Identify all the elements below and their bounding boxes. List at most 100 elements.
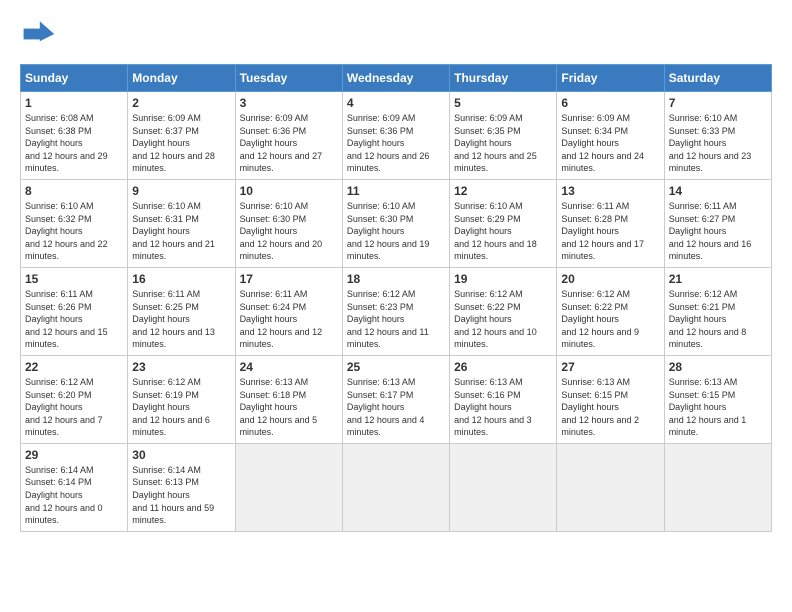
day-number: 22 bbox=[25, 360, 123, 374]
weekday-header-sunday: Sunday bbox=[21, 65, 128, 92]
week-row-2: 8 Sunrise: 6:10 AMSunset: 6:32 PMDaylight… bbox=[21, 179, 772, 267]
day-cell: 2 Sunrise: 6:09 AMSunset: 6:37 PMDaylight… bbox=[128, 92, 235, 180]
weekday-header-tuesday: Tuesday bbox=[235, 65, 342, 92]
day-number: 30 bbox=[132, 448, 230, 462]
week-row-3: 15 Sunrise: 6:11 AMSunset: 6:26 PMDayligh… bbox=[21, 267, 772, 355]
weekday-header-monday: Monday bbox=[128, 65, 235, 92]
day-info: Sunrise: 6:14 AMSunset: 6:14 PMDaylight … bbox=[25, 464, 123, 527]
day-cell: 22 Sunrise: 6:12 AMSunset: 6:20 PMDayligh… bbox=[21, 355, 128, 443]
day-info: Sunrise: 6:10 AMSunset: 6:29 PMDaylight … bbox=[454, 200, 552, 263]
week-row-5: 29 Sunrise: 6:14 AMSunset: 6:14 PMDayligh… bbox=[21, 443, 772, 531]
day-cell: 15 Sunrise: 6:11 AMSunset: 6:26 PMDayligh… bbox=[21, 267, 128, 355]
day-cell bbox=[235, 443, 342, 531]
day-number: 26 bbox=[454, 360, 552, 374]
day-info: Sunrise: 6:12 AMSunset: 6:22 PMDaylight … bbox=[454, 288, 552, 351]
weekday-header-wednesday: Wednesday bbox=[342, 65, 449, 92]
day-cell bbox=[450, 443, 557, 531]
day-cell: 19Sunrise: 6:12 AMSunset: 6:22 PMDayligh… bbox=[450, 267, 557, 355]
day-cell: 29 Sunrise: 6:14 AMSunset: 6:14 PMDayligh… bbox=[21, 443, 128, 531]
day-info: Sunrise: 6:12 AMSunset: 6:23 PMDaylight … bbox=[347, 288, 445, 351]
day-info: Sunrise: 6:11 AMSunset: 6:26 PMDaylight … bbox=[25, 288, 123, 351]
day-info: Sunrise: 6:13 AMSunset: 6:17 PMDaylight … bbox=[347, 376, 445, 439]
day-cell: 16 Sunrise: 6:11 AMSunset: 6:25 PMDayligh… bbox=[128, 267, 235, 355]
day-info: Sunrise: 6:09 AMSunset: 6:37 PMDaylight … bbox=[132, 112, 230, 175]
day-cell: 26 Sunrise: 6:13 AMSunset: 6:16 PMDayligh… bbox=[450, 355, 557, 443]
day-cell: 25 Sunrise: 6:13 AMSunset: 6:17 PMDayligh… bbox=[342, 355, 449, 443]
day-number: 2 bbox=[132, 96, 230, 110]
day-info: Sunrise: 6:12 AMSunset: 6:19 PMDaylight … bbox=[132, 376, 230, 439]
day-number: 14 bbox=[669, 184, 767, 198]
day-cell: 12 Sunrise: 6:10 AMSunset: 6:29 PMDayligh… bbox=[450, 179, 557, 267]
weekday-header-friday: Friday bbox=[557, 65, 664, 92]
day-info: Sunrise: 6:14 AMSunset: 6:13 PMDaylight … bbox=[132, 464, 230, 527]
day-cell: 10 Sunrise: 6:10 AMSunset: 6:30 PMDayligh… bbox=[235, 179, 342, 267]
week-row-1: 1 Sunrise: 6:08 AMSunset: 6:38 PMDaylight… bbox=[21, 92, 772, 180]
day-cell: 17 Sunrise: 6:11 AMSunset: 6:24 PMDayligh… bbox=[235, 267, 342, 355]
day-cell: 7 Sunrise: 6:10 AMSunset: 6:33 PMDaylight… bbox=[664, 92, 771, 180]
day-cell: 23 Sunrise: 6:12 AMSunset: 6:19 PMDayligh… bbox=[128, 355, 235, 443]
day-cell: 18 Sunrise: 6:12 AMSunset: 6:23 PMDayligh… bbox=[342, 267, 449, 355]
day-info: Sunrise: 6:11 AMSunset: 6:25 PMDaylight … bbox=[132, 288, 230, 351]
day-number: 4 bbox=[347, 96, 445, 110]
page-container: SundayMondayTuesdayWednesdayThursdayFrid… bbox=[0, 0, 792, 542]
day-number: 24 bbox=[240, 360, 338, 374]
day-number: 1 bbox=[25, 96, 123, 110]
day-cell: 11Sunrise: 6:10 AMSunset: 6:30 PMDayligh… bbox=[342, 179, 449, 267]
day-number: 29 bbox=[25, 448, 123, 462]
day-cell: 1 Sunrise: 6:08 AMSunset: 6:38 PMDaylight… bbox=[21, 92, 128, 180]
day-number: 11 bbox=[347, 184, 445, 198]
day-info: Sunrise: 6:12 AMSunset: 6:22 PMDaylight … bbox=[561, 288, 659, 351]
day-info: Sunrise: 6:13 AMSunset: 6:18 PMDaylight … bbox=[240, 376, 338, 439]
day-number: 13 bbox=[561, 184, 659, 198]
day-cell: 28Sunrise: 6:13 AMSunset: 6:15 PMDayligh… bbox=[664, 355, 771, 443]
day-cell: 21 Sunrise: 6:12 AMSunset: 6:21 PMDayligh… bbox=[664, 267, 771, 355]
day-info: Sunrise: 6:08 AMSunset: 6:38 PMDaylight … bbox=[25, 112, 123, 175]
day-number: 17 bbox=[240, 272, 338, 286]
day-info: Sunrise: 6:10 AMSunset: 6:30 PMDaylight … bbox=[240, 200, 338, 263]
day-number: 20 bbox=[561, 272, 659, 286]
day-number: 25 bbox=[347, 360, 445, 374]
day-cell bbox=[664, 443, 771, 531]
day-info: Sunrise: 6:11 AMSunset: 6:27 PMDaylight … bbox=[669, 200, 767, 263]
week-row-4: 22 Sunrise: 6:12 AMSunset: 6:20 PMDayligh… bbox=[21, 355, 772, 443]
logo bbox=[20, 16, 60, 52]
day-number: 15 bbox=[25, 272, 123, 286]
day-info: Sunrise: 6:12 AMSunset: 6:20 PMDaylight … bbox=[25, 376, 123, 439]
day-cell: 14 Sunrise: 6:11 AMSunset: 6:27 PMDayligh… bbox=[664, 179, 771, 267]
weekday-header-row: SundayMondayTuesdayWednesdayThursdayFrid… bbox=[21, 65, 772, 92]
day-cell: 30 Sunrise: 6:14 AMSunset: 6:13 PMDayligh… bbox=[128, 443, 235, 531]
day-cell: 24 Sunrise: 6:13 AMSunset: 6:18 PMDayligh… bbox=[235, 355, 342, 443]
day-number: 5 bbox=[454, 96, 552, 110]
day-number: 7 bbox=[669, 96, 767, 110]
day-info: Sunrise: 6:09 AMSunset: 6:35 PMDaylight … bbox=[454, 112, 552, 175]
day-info: Sunrise: 6:09 AMSunset: 6:36 PMDaylight … bbox=[240, 112, 338, 175]
day-number: 10 bbox=[240, 184, 338, 198]
day-info: Sunrise: 6:09 AMSunset: 6:36 PMDaylight … bbox=[347, 112, 445, 175]
day-cell bbox=[342, 443, 449, 531]
day-info: Sunrise: 6:10 AMSunset: 6:33 PMDaylight … bbox=[669, 112, 767, 175]
day-number: 12 bbox=[454, 184, 552, 198]
day-info: Sunrise: 6:11 AMSunset: 6:28 PMDaylight … bbox=[561, 200, 659, 263]
logo-icon bbox=[20, 16, 56, 52]
day-number: 23 bbox=[132, 360, 230, 374]
day-info: Sunrise: 6:10 AMSunset: 6:31 PMDaylight … bbox=[132, 200, 230, 263]
day-cell: 6 Sunrise: 6:09 AMSunset: 6:34 PMDaylight… bbox=[557, 92, 664, 180]
day-number: 8 bbox=[25, 184, 123, 198]
day-number: 6 bbox=[561, 96, 659, 110]
day-info: Sunrise: 6:13 AMSunset: 6:16 PMDaylight … bbox=[454, 376, 552, 439]
day-number: 18 bbox=[347, 272, 445, 286]
weekday-header-saturday: Saturday bbox=[664, 65, 771, 92]
day-cell: 13 Sunrise: 6:11 AMSunset: 6:28 PMDayligh… bbox=[557, 179, 664, 267]
day-info: Sunrise: 6:10 AMSunset: 6:32 PMDaylight … bbox=[25, 200, 123, 263]
day-info: Sunrise: 6:11 AMSunset: 6:24 PMDaylight … bbox=[240, 288, 338, 351]
day-info: Sunrise: 6:09 AMSunset: 6:34 PMDaylight … bbox=[561, 112, 659, 175]
day-info: Sunrise: 6:13 AMSunset: 6:15 PMDaylight … bbox=[561, 376, 659, 439]
day-number: 16 bbox=[132, 272, 230, 286]
day-number: 3 bbox=[240, 96, 338, 110]
day-info: Sunrise: 6:12 AMSunset: 6:21 PMDaylight … bbox=[669, 288, 767, 351]
day-cell: 9 Sunrise: 6:10 AMSunset: 6:31 PMDaylight… bbox=[128, 179, 235, 267]
calendar-table: SundayMondayTuesdayWednesdayThursdayFrid… bbox=[20, 64, 772, 532]
weekday-header-thursday: Thursday bbox=[450, 65, 557, 92]
day-number: 21 bbox=[669, 272, 767, 286]
day-number: 9 bbox=[132, 184, 230, 198]
